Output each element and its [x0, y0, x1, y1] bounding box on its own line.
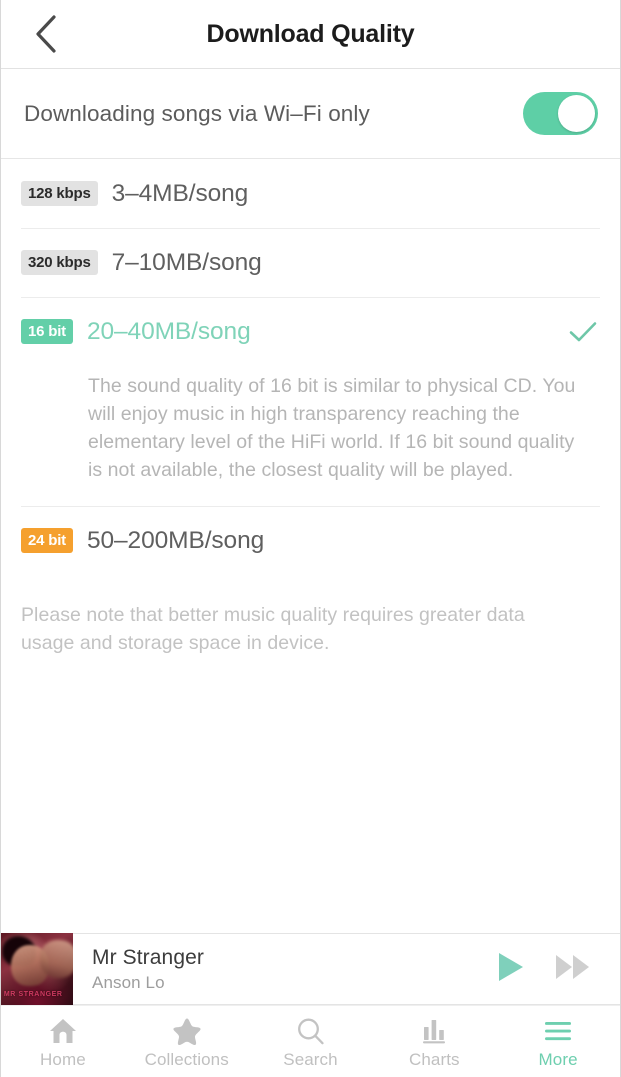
tab-search[interactable]: Search	[249, 1006, 373, 1077]
chevron-left-icon	[33, 14, 59, 54]
wifi-only-label: Downloading songs via Wi–Fi only	[24, 100, 370, 126]
quality-size-label: 50–200MB/song	[86, 526, 265, 554]
fast-forward-icon	[554, 952, 592, 987]
app-screen: Download Quality Downloading songs via W…	[0, 0, 621, 1077]
page-title: Download Quality	[206, 19, 415, 48]
tab-home[interactable]: Home	[1, 1006, 125, 1077]
play-icon	[496, 951, 526, 988]
tab-charts[interactable]: Charts	[372, 1006, 496, 1077]
tab-label: Charts	[408, 1050, 460, 1069]
quality-size-label: 20–40MB/song	[86, 317, 251, 345]
artwork-caption: MR STRANGER	[3, 990, 63, 998]
tab-label: Search	[283, 1050, 338, 1069]
wifi-only-toggle[interactable]	[523, 92, 598, 135]
track-info[interactable]: Mr Stranger Anson Lo	[73, 946, 480, 993]
tab-more[interactable]: More	[496, 1006, 620, 1077]
quality-badge: 320 kbps	[21, 250, 98, 275]
star-icon	[172, 1017, 202, 1045]
tab-label: Collections	[144, 1050, 229, 1069]
bar-chart-icon	[420, 1017, 448, 1045]
quality-badge: 24 bit	[21, 528, 73, 553]
quality-option-128kbps[interactable]: 128 kbps 3–4MB/song	[1, 159, 620, 228]
bottom-tab-bar: Home Collections Search Charts More	[1, 1005, 620, 1077]
checkmark-icon	[568, 317, 598, 347]
quality-size-label: 3–4MB/song	[111, 179, 249, 207]
back-button[interactable]	[19, 7, 73, 61]
quality-option-16bit[interactable]: 16 bit 20–40MB/song	[1, 297, 620, 366]
tab-collections[interactable]: Collections	[125, 1006, 249, 1077]
play-button[interactable]	[480, 933, 542, 1005]
footer-note: Please note that better music quality re…	[21, 604, 525, 654]
quality-size-label: 7–10MB/song	[111, 248, 262, 276]
artwork-detail-arm	[39, 940, 73, 978]
quality-option-320kbps[interactable]: 320 kbps 7–10MB/song	[1, 228, 620, 297]
track-artist: Anson Lo	[92, 972, 165, 992]
quality-options-list: 128 kbps 3–4MB/song 320 kbps 7–10MB/song…	[1, 159, 620, 575]
track-title: Mr Stranger	[92, 945, 204, 969]
quality-badge: 128 kbps	[21, 181, 98, 206]
home-icon	[48, 1017, 78, 1045]
quality-badge: 16 bit	[21, 319, 73, 344]
wifi-only-setting-row[interactable]: Downloading songs via Wi–Fi only	[1, 69, 620, 159]
quality-option-24bit[interactable]: 24 bit 50–200MB/song	[1, 506, 620, 575]
mini-player[interactable]: MR STRANGER Mr Stranger Anson Lo	[1, 933, 620, 1005]
hamburger-icon	[543, 1017, 573, 1045]
quality-description: The sound quality of 16 bit is similar t…	[88, 375, 576, 481]
tab-label: More	[538, 1050, 578, 1069]
tab-label: Home	[40, 1050, 86, 1069]
page-header: Download Quality	[1, 0, 620, 69]
artwork-image: MR STRANGER	[1, 933, 73, 1005]
toggle-knob	[558, 95, 595, 132]
next-track-button[interactable]	[542, 933, 604, 1005]
album-artwork[interactable]: MR STRANGER	[1, 933, 73, 1005]
search-icon	[296, 1017, 325, 1045]
